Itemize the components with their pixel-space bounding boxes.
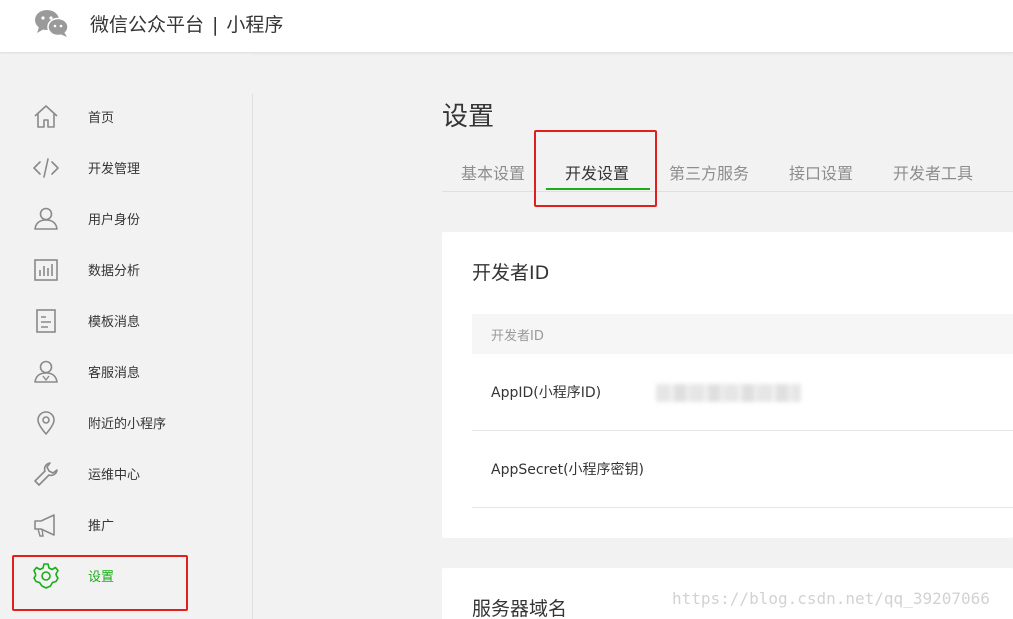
sidebar-item-template-messages[interactable]: 模板消息 (0, 307, 252, 358)
watermark-text: https://blog.csdn.net/qq_39207066 (672, 589, 990, 608)
sidebar-item-label: 数据分析 (88, 264, 141, 279)
active-tab-underline (546, 188, 650, 190)
appid-value-redacted[interactable] (656, 384, 801, 402)
sidebar-item-user-identity[interactable]: 用户身份 (0, 205, 252, 256)
top-bar: 微信公众平台 | 小程序 (0, 0, 1013, 53)
table-header: 开发者ID (472, 314, 1013, 354)
sidebar-item-label: 客服消息 (88, 366, 141, 381)
location-pin-icon (32, 409, 60, 437)
card-title: 服务器域名 (472, 598, 568, 619)
appsecret-row: AppSecret(小程序密钥) (472, 431, 1013, 508)
sidebar-divider (252, 94, 253, 619)
product-name: 小程序 (226, 14, 284, 36)
tab-interface-settings[interactable]: 接口设置 (789, 160, 853, 184)
brand-separator: | (212, 14, 219, 36)
developer-id-card: 开发者ID 开发者ID AppID(小程序ID) AppSecret(小程序密钥… (442, 232, 1013, 538)
tab-developer-tools[interactable]: 开发者工具 (893, 160, 973, 184)
sidebar-item-label: 推广 (88, 519, 115, 534)
sidebar-item-label: 模板消息 (88, 315, 141, 330)
chart-icon (32, 256, 60, 284)
appid-row: AppID(小程序ID) (472, 354, 1013, 431)
brand-title[interactable]: 微信公众平台 | 小程序 (90, 10, 283, 37)
sidebar-item-label: 用户身份 (88, 213, 141, 228)
sidebar-item-dev-management[interactable]: 开发管理 (0, 154, 252, 205)
brand-name: 微信公众平台 (90, 14, 205, 36)
wrench-icon (32, 460, 60, 488)
card-title: 开发者ID (472, 262, 550, 284)
sidebar-item-label: 设置 (88, 570, 115, 585)
customer-service-icon (32, 358, 60, 386)
sidebar-item-customer-service[interactable]: 客服消息 (0, 358, 252, 409)
wechat-logo-icon[interactable] (34, 8, 70, 38)
settings-tabs: 基本设置 开发设置 第三方服务 接口设置 开发者工具 (442, 150, 1013, 192)
user-icon (32, 205, 60, 233)
gear-icon (32, 562, 60, 590)
sidebar-item-label: 开发管理 (88, 162, 141, 177)
sidebar-item-nearby-miniprogram[interactable]: 附近的小程序 (0, 409, 252, 460)
sidebar-item-promotion[interactable]: 推广 (0, 511, 252, 562)
tab-dev-settings[interactable]: 开发设置 (565, 160, 629, 184)
sidebar-item-label: 运维中心 (88, 468, 141, 483)
document-icon (32, 307, 60, 335)
home-icon (32, 103, 60, 131)
sidebar-item-home[interactable]: 首页 (0, 103, 252, 154)
appsecret-label: AppSecret(小程序密钥) (491, 462, 645, 478)
table-header-label: 开发者ID (491, 329, 544, 344)
page-title: 设置 (442, 102, 495, 132)
sidebar-item-label: 附近的小程序 (88, 417, 167, 432)
tab-third-party-services[interactable]: 第三方服务 (669, 160, 749, 184)
sidebar-item-label: 首页 (88, 111, 115, 126)
appid-label: AppID(小程序ID) (491, 385, 602, 401)
sidebar-item-operations-center[interactable]: 运维中心 (0, 460, 252, 511)
megaphone-icon (32, 511, 60, 539)
code-icon (32, 154, 60, 182)
sidebar-item-data-analysis[interactable]: 数据分析 (0, 256, 252, 307)
sidebar-item-settings[interactable]: 设置 (0, 562, 252, 613)
tab-basic-settings[interactable]: 基本设置 (461, 160, 525, 184)
